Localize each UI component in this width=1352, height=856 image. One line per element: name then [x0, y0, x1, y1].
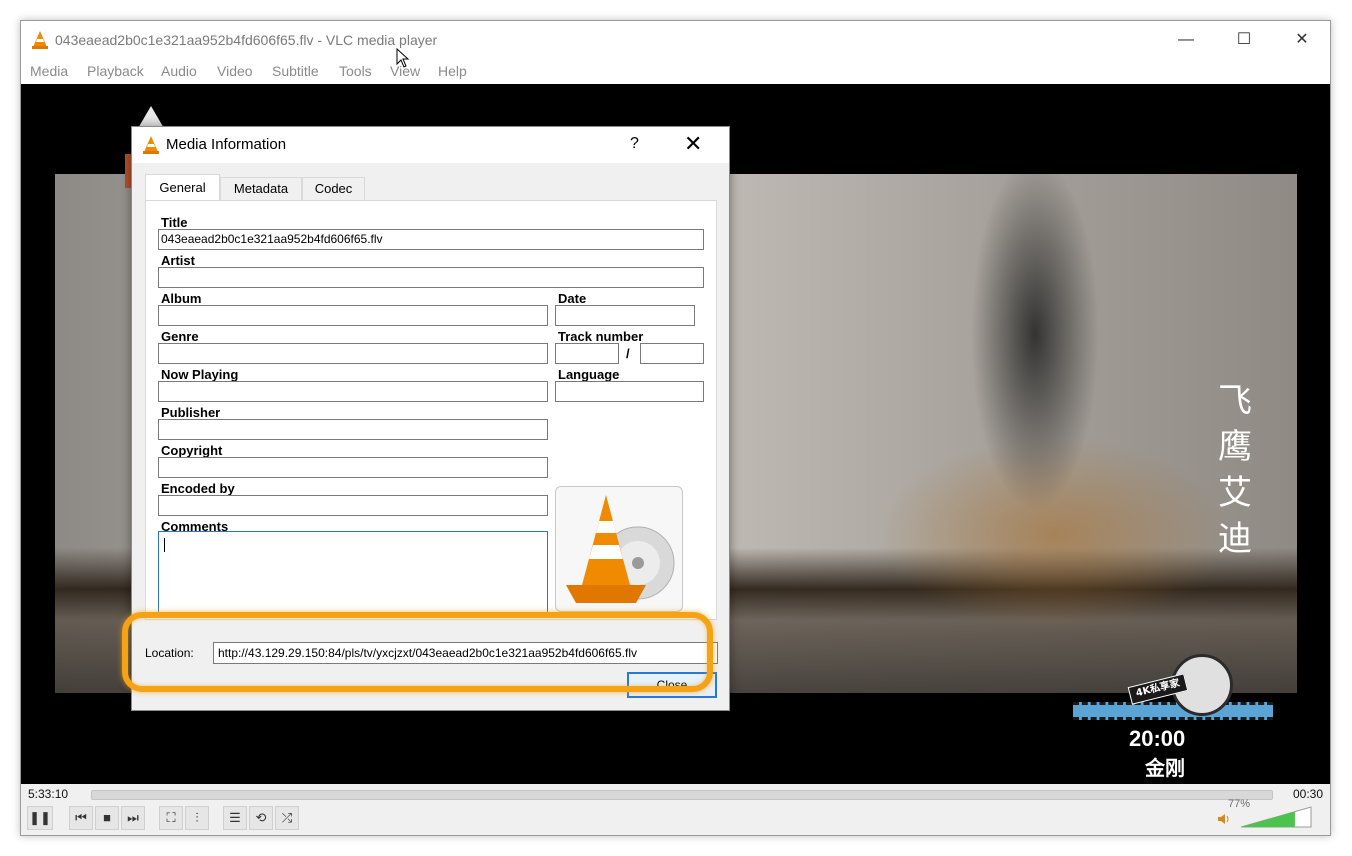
tab-metadata[interactable]: Metadata [220, 177, 302, 201]
title-field[interactable]: 043eaead2b0c1e321aa952b4fd606f65.flv [158, 229, 704, 250]
dialog-title: Media Information [166, 136, 287, 153]
menu-subtitle[interactable]: Subtitle [272, 63, 319, 79]
vlc-cone-icon [32, 31, 48, 49]
dialog-title-bar: Media Information ? ✕ [132, 127, 729, 163]
mouse-cursor-icon [396, 48, 410, 68]
location-highlight [122, 612, 713, 692]
pause-button[interactable]: ❚❚ [27, 806, 53, 830]
title-bar: 043eaead2b0c1e321aa952b4fd606f65.flv - V… [21, 21, 1330, 61]
artist-field[interactable] [158, 267, 704, 288]
maximize-button[interactable]: ☐ [1215, 21, 1273, 59]
language-label: Language [558, 367, 620, 382]
badge-time: 20:00 [1129, 726, 1186, 751]
now-playing-label: Now Playing [161, 367, 239, 382]
loop-button[interactable]: ⟲ [249, 806, 273, 830]
close-window-button[interactable]: ✕ [1273, 21, 1330, 59]
remaining-time[interactable]: 00:30 [1293, 787, 1323, 801]
seek-row: 5:33:10 00:30 [21, 784, 1330, 806]
album-art [555, 486, 683, 612]
text-caret [164, 538, 165, 552]
track-separator: / [626, 346, 630, 361]
menu-tools[interactable]: Tools [339, 63, 372, 79]
previous-button[interactable]: ⏮ [69, 806, 93, 830]
seek-slider[interactable] [91, 790, 1273, 800]
album-label: Album [161, 291, 202, 306]
minimize-button[interactable]: — [1157, 21, 1215, 59]
copyright-field[interactable] [158, 457, 548, 478]
genre-field[interactable] [158, 343, 548, 364]
title-label: Title [161, 215, 188, 230]
encoded-by-label: Encoded by [161, 481, 235, 496]
channel-badge: 4K私享家 20:00 金刚 [1073, 644, 1273, 780]
album-field[interactable] [158, 305, 548, 326]
date-label: Date [558, 291, 587, 306]
track-number-field[interactable] [555, 343, 619, 364]
menu-media[interactable]: Media [30, 63, 68, 79]
publisher-label: Publisher [161, 405, 221, 420]
track-total-field[interactable] [640, 343, 704, 364]
window-title: 043eaead2b0c1e321aa952b4fd606f65.flv - V… [55, 32, 438, 48]
vlc-cone-icon [143, 136, 159, 154]
badge-program-name: 金刚 [1145, 756, 1185, 780]
next-button[interactable]: ⏭ [121, 806, 145, 830]
channel-char: 飞 [1218, 381, 1252, 421]
control-bar: ❚❚ ⏮ ■ ⏭ ⛶ ⫶ ☰ ⟲ ⤮ 77% [21, 798, 1330, 835]
channel-char: 艾 [1218, 473, 1252, 513]
help-button[interactable]: ? [630, 135, 639, 153]
encoded-by-field[interactable] [158, 495, 548, 516]
genre-label: Genre [161, 329, 199, 344]
date-field[interactable] [555, 305, 695, 326]
menu-playback[interactable]: Playback [87, 63, 144, 79]
menu-bar: Media Playback Audio Video Subtitle Tool… [21, 61, 1330, 85]
artist-label: Artist [161, 253, 195, 268]
language-field[interactable] [555, 381, 704, 402]
channel-char: 迪 [1218, 519, 1252, 559]
elapsed-time: 5:33:10 [28, 787, 69, 801]
fullscreen-button[interactable]: ⛶ [159, 806, 183, 830]
volume-slider[interactable] [1241, 806, 1313, 828]
playlist-button[interactable]: ☰ [223, 806, 247, 830]
general-tab-panel: Title 043eaead2b0c1e321aa952b4fd606f65.f… [145, 200, 717, 620]
shuffle-button[interactable]: ⤮ [275, 806, 299, 830]
vertical-channel-text: 飞 鹰 艾 迪 [1213, 378, 1257, 562]
menu-video[interactable]: Video [217, 63, 253, 79]
track-number-label: Track number [558, 329, 644, 344]
menu-help[interactable]: Help [438, 63, 467, 79]
menu-audio[interactable]: Audio [161, 63, 197, 79]
tab-codec[interactable]: Codec [302, 177, 365, 201]
dialog-close-icon[interactable]: ✕ [684, 131, 702, 157]
vlc-cone-art-icon [566, 495, 675, 603]
extended-settings-button[interactable]: ⫶ [185, 806, 209, 830]
film-strip-icon [1073, 702, 1273, 720]
tab-general[interactable]: General [145, 174, 220, 202]
stop-button[interactable]: ■ [95, 806, 119, 830]
comments-field[interactable] [158, 531, 548, 613]
speaker-icon[interactable] [1217, 812, 1231, 826]
now-playing-field[interactable] [158, 381, 548, 402]
copyright-label: Copyright [161, 443, 223, 458]
channel-char: 鹰 [1218, 427, 1252, 467]
publisher-field[interactable] [158, 419, 548, 440]
